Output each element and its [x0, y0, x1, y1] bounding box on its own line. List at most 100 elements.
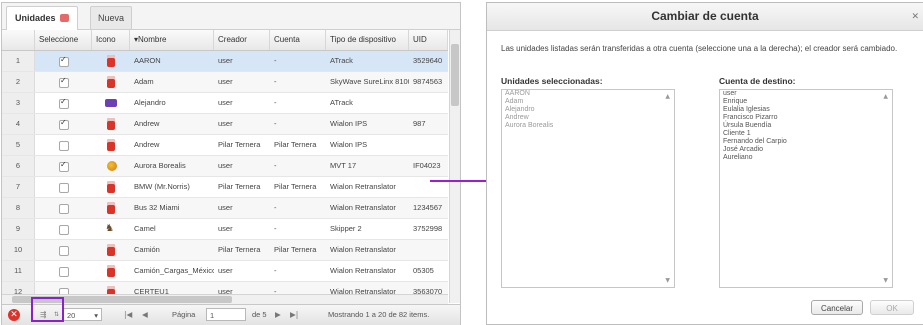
next-page-icon[interactable]: ▶: [275, 305, 281, 325]
stop-icon[interactable]: ✕: [8, 309, 20, 321]
account-item[interactable]: Francisco Pizarro: [720, 114, 892, 122]
tab-unidades[interactable]: Unidades: [6, 6, 78, 30]
row-checkbox[interactable]: [59, 160, 69, 172]
cell-tipo: Skipper 2: [330, 224, 362, 233]
row-number: 8: [2, 198, 35, 218]
selected-unit-item[interactable]: Aurora Borealis: [502, 122, 674, 130]
cell-cuenta: -: [274, 77, 277, 86]
page-size-select[interactable]: 20 ▾: [62, 308, 102, 321]
arrow-line: [430, 180, 490, 182]
row-checkbox[interactable]: [59, 118, 69, 130]
destination-account-list[interactable]: user Enrique Eulalia Iglesias Francisco Piz…: [719, 89, 893, 288]
col-header-nombre[interactable]: ▾Nombre: [130, 30, 214, 50]
ok-button[interactable]: OK: [870, 300, 914, 315]
col-header-rownum: [2, 30, 35, 50]
selected-units-list[interactable]: AARON Adam Alejandro Andrew Aurora Borealis ▲…: [501, 89, 675, 288]
selected-unit-item[interactable]: AARON: [502, 90, 674, 98]
table-row[interactable]: 5 Andrew Pilar Ternera Pilar Ternera Wialon …: [2, 135, 448, 156]
cell-uid: [409, 93, 448, 113]
table-row[interactable]: 2 Adam user - SkyWave SureLinx 8100 9874563: [2, 72, 448, 93]
table-row[interactable]: 7 BMW (Mr.Norris) Pilar Ternera Pilar Terne…: [2, 177, 448, 198]
page-number-input[interactable]: 1: [206, 308, 246, 321]
table-row[interactable]: 9 Camel user - Skipper 2 3752998 ♞: [2, 219, 448, 240]
cell-tipo: ATrack: [330, 56, 353, 65]
vertical-scroll-thumb[interactable]: [451, 44, 459, 106]
row-checkbox[interactable]: [59, 225, 69, 235]
row-checkbox[interactable]: [59, 267, 69, 277]
cell-nombre: Andrew: [134, 140, 160, 149]
cell-creador: user: [218, 77, 233, 86]
cell-nombre: Adam: [134, 77, 154, 86]
row-checkbox[interactable]: [59, 183, 69, 193]
account-item[interactable]: user: [720, 90, 892, 98]
scroll-down-icon[interactable]: ▼: [665, 277, 670, 284]
selected-unit-item[interactable]: Adam: [502, 98, 674, 106]
col-header-seleccione[interactable]: Seleccione: [35, 30, 92, 50]
cell-tipo: MVT 17: [330, 161, 357, 170]
cell-uid: 05305: [413, 266, 434, 275]
scroll-down-icon[interactable]: ▼: [883, 277, 888, 284]
balloon-icon: [107, 161, 117, 171]
cell-tipo: Wialon IPS: [330, 140, 368, 149]
table-row[interactable]: 6 Aurora Borealis user - MVT 17 IF04023: [2, 156, 448, 177]
selected-unit-item[interactable]: Alejandro: [502, 106, 674, 114]
close-icon[interactable]: ✕: [911, 12, 919, 22]
table-row[interactable]: 8 Bus 32 Miami user - Wialon Retranslator 123…: [2, 198, 448, 219]
table-row[interactable]: 11 Camión_Cargas_México user - Wialon Retran…: [2, 261, 448, 282]
table-row[interactable]: 10 Camión Pilar Ternera Pilar Ternera Wialon…: [2, 240, 448, 261]
row-checkbox[interactable]: [59, 76, 69, 88]
scroll-up-icon[interactable]: ▲: [665, 93, 670, 100]
col-header-icono[interactable]: Icono: [92, 30, 130, 50]
row-checkbox[interactable]: [59, 97, 69, 109]
car-icon: [107, 55, 115, 67]
horizontal-scrollbar[interactable]: [2, 294, 448, 304]
row-number: 9: [2, 219, 35, 239]
row-checkbox[interactable]: [59, 246, 69, 256]
car-icon: [107, 118, 115, 130]
cell-cuenta: -: [274, 161, 277, 170]
col-header-cuenta[interactable]: Cuenta: [270, 30, 326, 50]
last-page-icon[interactable]: ▶|: [290, 305, 298, 325]
table-row[interactable]: 4 Andrew user - Wialon IPS 987: [2, 114, 448, 135]
account-item[interactable]: Eulalia Iglesias: [720, 106, 892, 114]
tab-nueva[interactable]: Nueva: [90, 6, 132, 29]
col-header-uid[interactable]: UID: [409, 30, 448, 50]
tab-close-icon[interactable]: [59, 13, 69, 22]
cell-nombre: Camión_Cargas_México: [134, 266, 214, 275]
cell-uid: 9874563: [413, 77, 443, 86]
col-header-creador[interactable]: Creador: [214, 30, 270, 50]
table-row[interactable]: 1 AARON user - ATrack 3529640: [2, 51, 448, 72]
vertical-scrollbar[interactable]: [449, 30, 460, 303]
row-checkbox[interactable]: [59, 204, 69, 214]
account-item[interactable]: Cliente 1: [720, 130, 892, 138]
row-number: 11: [2, 261, 35, 281]
page-label: Página: [172, 310, 196, 319]
row-number: 1: [2, 51, 35, 71]
cell-uid: IF04023: [413, 161, 441, 170]
tab-nueva-label: Nueva: [97, 13, 124, 23]
prev-page-icon[interactable]: ◀: [142, 305, 148, 325]
units-grid-panel: Unidades Nueva Seleccione Icono ▾Nombre …: [1, 2, 461, 325]
account-item[interactable]: Aureliano: [720, 154, 892, 162]
col-header-tipo[interactable]: Tipo de dispositivo: [326, 30, 409, 50]
row-checkbox[interactable]: [59, 55, 69, 67]
cell-nombre: AARON: [134, 56, 161, 65]
cell-cuenta: -: [274, 224, 277, 233]
cancel-button[interactable]: Cancelar: [811, 300, 863, 315]
account-item[interactable]: Enrique: [720, 98, 892, 106]
cell-uid: 1234567: [413, 203, 443, 212]
account-item[interactable]: Fernando del Carpio: [720, 138, 892, 146]
dialog-title: Cambiar de cuenta: [487, 3, 923, 31]
page-size-value: 20: [67, 311, 76, 320]
cell-tipo: Wialon Retranslator: [330, 266, 396, 275]
table-row[interactable]: 3 Alejandro user - ATrack: [2, 93, 448, 114]
scroll-up-icon[interactable]: ▲: [883, 93, 888, 100]
account-item[interactable]: José Arcadio: [720, 146, 892, 154]
row-checkbox[interactable]: [59, 141, 69, 151]
selected-unit-item[interactable]: Andrew: [502, 114, 674, 122]
cell-creador: Pilar Ternera: [218, 140, 261, 149]
first-page-icon[interactable]: |◀: [124, 305, 132, 325]
car-icon: [107, 139, 115, 151]
cell-tipo: ATrack: [330, 98, 353, 107]
account-item[interactable]: Úrsula Buendía: [720, 122, 892, 130]
